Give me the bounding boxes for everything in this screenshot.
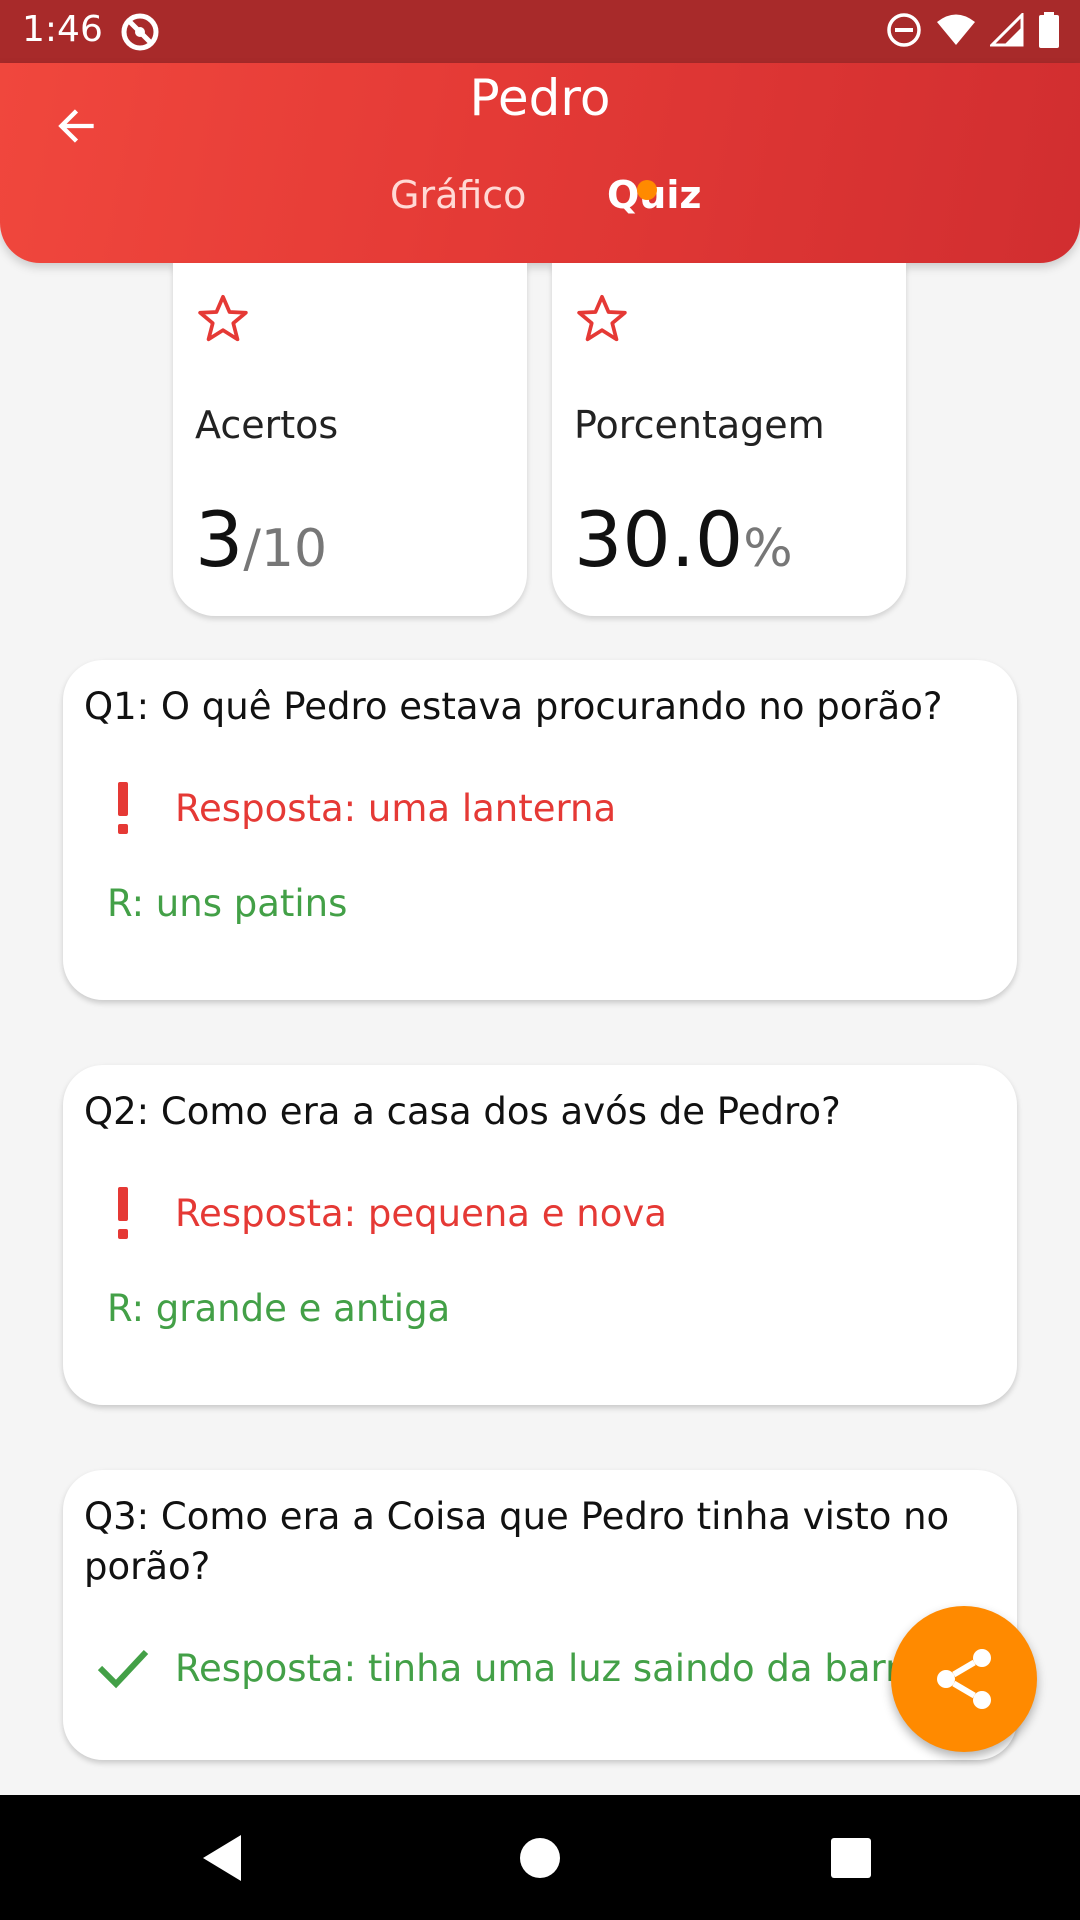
- triangle-back-icon: [203, 1835, 241, 1881]
- stat-number: 3: [195, 495, 244, 584]
- question-card: Q1: O quê Pedro estava procurando no por…: [63, 660, 1017, 1000]
- share-button[interactable]: [891, 1606, 1037, 1752]
- nav-back-button[interactable]: [195, 1830, 251, 1886]
- nav-home-button[interactable]: [512, 1830, 568, 1886]
- question-text: Q1: O quê Pedro estava procurando no por…: [84, 685, 943, 728]
- stat-label: Porcentagem: [574, 403, 825, 447]
- question-text: Q3: Como era a Coisa que Pedro tinha vis…: [84, 1495, 950, 1588]
- active-tab-indicator: [637, 180, 657, 200]
- stat-suffix: /10: [243, 519, 328, 579]
- status-bar: 1:46: [0, 0, 1080, 63]
- share-icon: [937, 1649, 991, 1709]
- cell-signal-icon: [988, 11, 1024, 51]
- stat-label: Acertos: [195, 403, 339, 447]
- user-answer: Resposta: uma lanterna: [175, 786, 617, 830]
- answer-row: Resposta: pequena e nova: [93, 1187, 667, 1239]
- battery-icon: [1038, 12, 1060, 52]
- check-icon: [93, 1646, 153, 1690]
- correct-answer: R: grande e antiga: [107, 1287, 451, 1330]
- do-not-disturb-icon: [886, 12, 922, 52]
- app-notification-icon: [120, 12, 160, 56]
- stat-number: 30.0: [574, 495, 744, 584]
- app-header: Pedro Gráfico Quiz: [0, 63, 1080, 263]
- system-nav-bar: [0, 1795, 1080, 1920]
- correct-answer: R: uns patins: [107, 882, 348, 925]
- stat-value: 30.0%: [574, 495, 793, 584]
- answer-row: Resposta: uma lanterna: [93, 782, 616, 834]
- exclamation-icon: [93, 1187, 153, 1239]
- tab-bar: Gráfico Quiz: [0, 173, 1080, 253]
- stat-card-acertos: Acertos 3/10: [173, 263, 527, 616]
- stat-value: 3/10: [195, 495, 327, 584]
- question-text: Q2: Como era a casa dos avós de Pedro?: [84, 1090, 841, 1133]
- wifi-icon: [936, 13, 976, 51]
- page-title: Pedro: [469, 69, 611, 127]
- exclamation-icon: [93, 782, 153, 834]
- answer-row: Resposta: tinha uma luz saindo da barrig…: [93, 1646, 957, 1690]
- square-recents-icon: [831, 1838, 871, 1878]
- stat-card-porcentagem: Porcentagem 30.0%: [552, 263, 906, 616]
- star-outline-icon: [574, 291, 630, 351]
- status-time: 1:46: [22, 9, 103, 50]
- star-outline-icon: [195, 291, 251, 351]
- nav-recents-button[interactable]: [823, 1830, 879, 1886]
- question-card: Q2: Como era a casa dos avós de Pedro? R…: [63, 1065, 1017, 1405]
- circle-home-icon: [520, 1838, 560, 1878]
- tab-grafico[interactable]: Gráfico: [390, 173, 526, 217]
- question-card: Q3: Como era a Coisa que Pedro tinha vis…: [63, 1470, 1017, 1760]
- stat-suffix: %: [743, 519, 793, 579]
- user-answer: Resposta: tinha uma luz saindo da barrig…: [175, 1646, 957, 1690]
- user-answer: Resposta: pequena e nova: [175, 1191, 667, 1235]
